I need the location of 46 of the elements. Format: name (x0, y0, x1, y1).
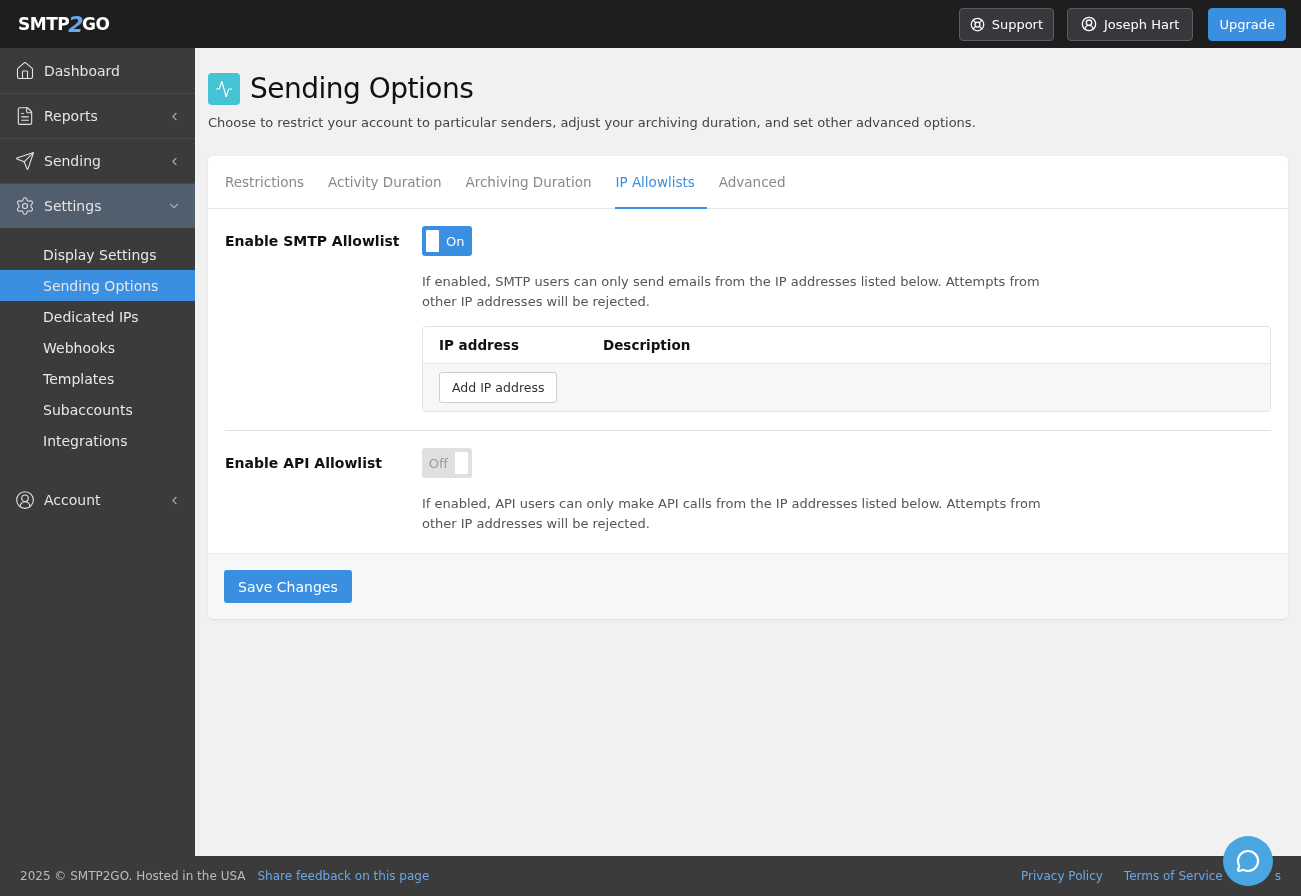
user-icon (1081, 16, 1098, 32)
page-title: Sending Options (250, 72, 474, 105)
copyright-text: 2025 © SMTP2GO. Hosted in the USA (20, 869, 246, 883)
footer-link[interactable]: Terms of Service (1123, 869, 1223, 883)
chat-button[interactable] (1223, 836, 1273, 886)
column-header: Description (603, 337, 692, 353)
tab[interactable]: Advanced (718, 156, 798, 209)
sidebar-subitem[interactable]: Sending Options (0, 270, 195, 301)
tab[interactable]: IP Allowlists (615, 156, 707, 209)
page-subtitle: Choose to restrict your account to particular senders, adjust your archiving duration, and set other advanced options. (208, 115, 977, 130)
user-icon (15, 490, 35, 510)
home-icon (15, 60, 35, 81)
save-button[interactable]: Save Changes (224, 570, 352, 603)
chat-icon (1236, 849, 1260, 873)
column-header: IP address (439, 337, 520, 353)
sidebar-subitem[interactable]: Templates (0, 363, 195, 394)
sidebar-item[interactable]: Reports (0, 94, 195, 139)
tab[interactable]: Archiving Duration (465, 156, 604, 209)
lifebuoy-icon (969, 16, 985, 32)
help-text: If enabled, API users can only make API calls from the IP addresses listed below. Attempts from other IP addresses will be rejected. (422, 495, 1042, 533)
setting-label: Enable API Allowlist (225, 454, 383, 473)
file-icon (15, 106, 35, 126)
activity-icon (208, 72, 240, 105)
sidebar-subitem[interactable]: Integrations (0, 425, 195, 456)
upgrade-button[interactable]: Upgrade (1208, 7, 1286, 41)
help-text: If enabled, SMTP users can only send emails from the IP addresses listed below. Attempts from other IP addresses will be rejected. (422, 273, 1041, 311)
sidebar-item[interactable]: Settings (0, 184, 195, 228)
support-button[interactable]: Support (958, 7, 1055, 41)
tab[interactable]: Activity Duration (328, 156, 454, 209)
sidebar-item[interactable]: Account (0, 478, 195, 523)
send-icon (15, 151, 35, 171)
sidebar-item[interactable]: Dashboard (0, 48, 195, 94)
sidebar-subitem[interactable]: Subaccounts (0, 394, 195, 425)
sidebar-subitem[interactable]: Dedicated IPs (0, 301, 195, 332)
logo[interactable]: SMTP2GO (18, 11, 110, 37)
feedback-link[interactable]: Share feedback on this page (257, 869, 430, 883)
user-menu-button[interactable]: Joseph Hart (1067, 7, 1194, 41)
setting-label: Enable SMTP Allowlist (225, 232, 401, 251)
toggle-switch[interactable]: On (422, 226, 472, 256)
tab[interactable]: Restrictions (225, 156, 317, 209)
sidebar-subitem[interactable]: Display Settings (0, 239, 195, 270)
add-ip-button[interactable]: Add IP address (439, 372, 558, 403)
footer-link[interactable]: s (1274, 869, 1281, 883)
footer-link[interactable]: Privacy Policy (1021, 869, 1103, 883)
sidebar-subitem[interactable]: Webhooks (0, 332, 195, 363)
settings-icon (15, 195, 35, 216)
